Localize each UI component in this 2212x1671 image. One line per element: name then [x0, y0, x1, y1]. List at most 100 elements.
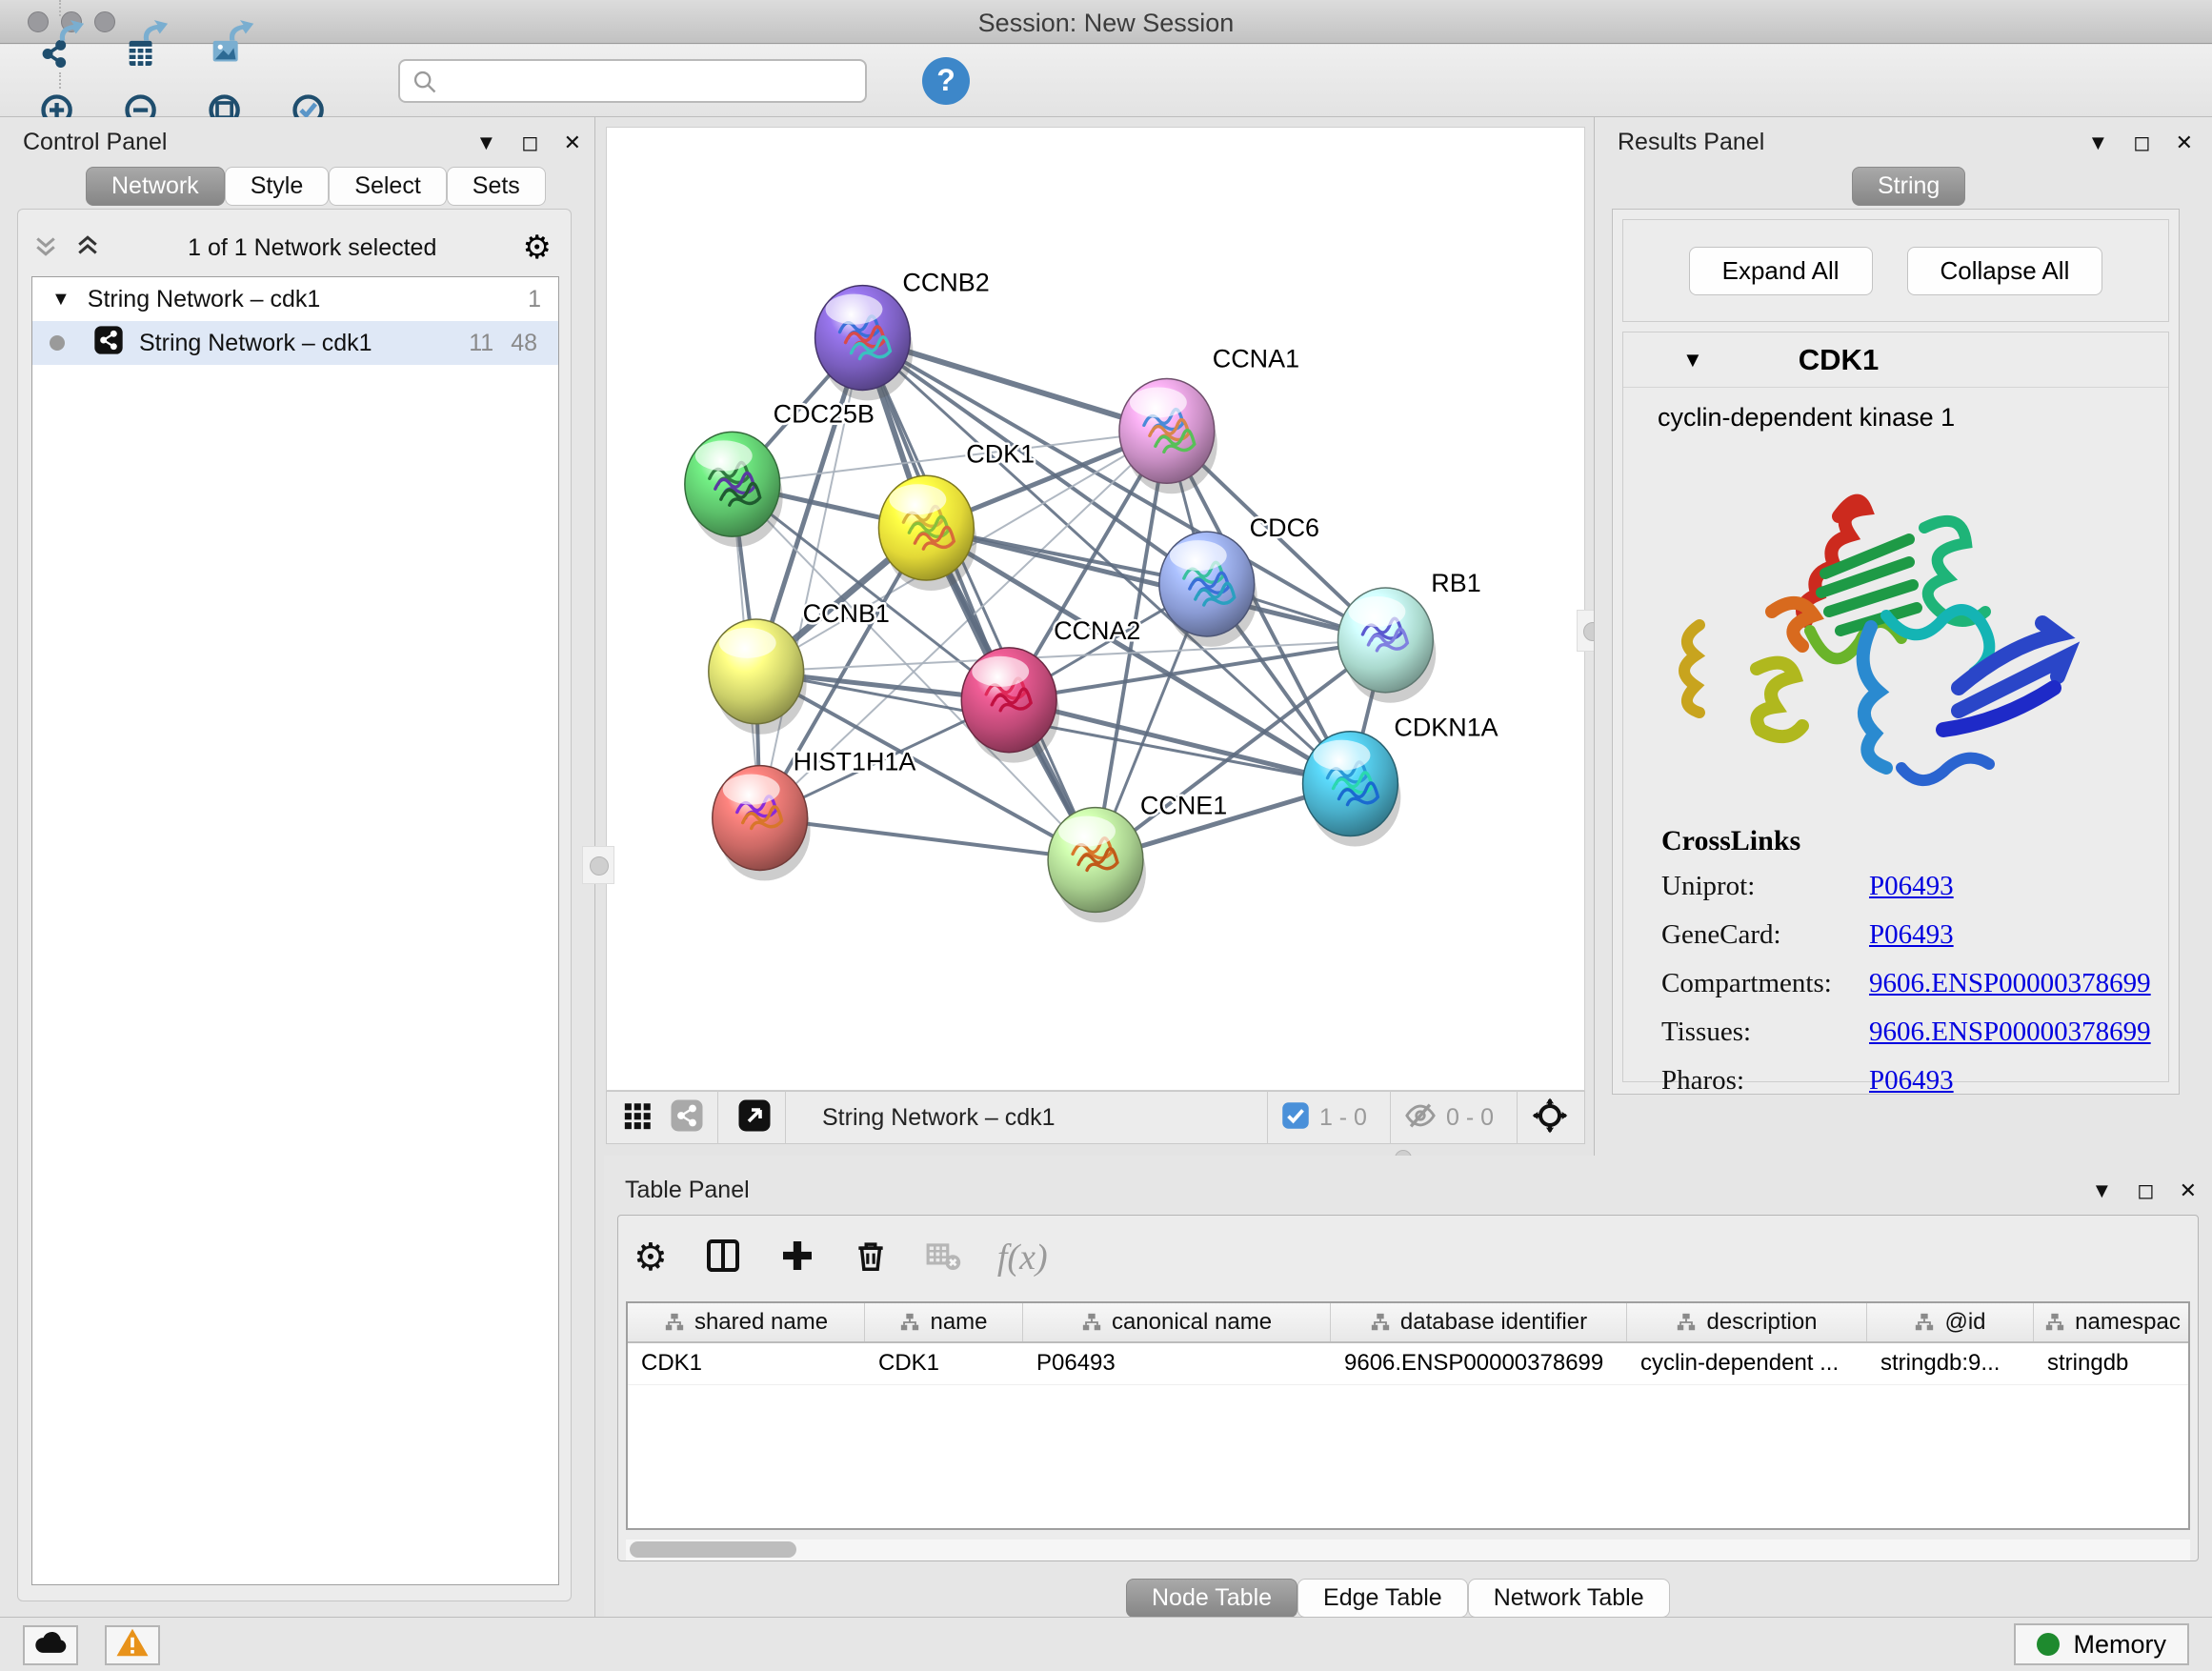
crosslink-row: Compartments:9606.ENSP00000378699: [1661, 968, 2168, 999]
node-label-RB1: RB1: [1431, 569, 1480, 597]
selected-checkbox-icon[interactable]: [1281, 1101, 1310, 1135]
network-node-count: 11: [469, 330, 493, 357]
hidden-counts: 0 - 0: [1446, 1104, 1494, 1132]
export-image-button[interactable]: [202, 17, 257, 72]
edge-CCNB2-CCNE1[interactable]: [862, 338, 1096, 860]
collection-caret-icon[interactable]: ▼: [51, 289, 70, 311]
app-window: Session: New Session ? Control Panel ▼ ◻…: [0, 0, 2212, 1671]
column-header-namespac[interactable]: namespac: [2034, 1303, 2190, 1341]
column-header-name[interactable]: name: [865, 1303, 1023, 1341]
navigator-crosshair-icon[interactable]: [1531, 1097, 1569, 1139]
toolbar-separator: [59, 0, 61, 16]
table-cell[interactable]: stringdb: [2034, 1343, 2190, 1384]
crosslink-link[interactable]: 9606.ENSP00000378699: [1869, 1017, 2151, 1048]
export-network-button[interactable]: [34, 17, 90, 72]
crosslink-link[interactable]: P06493: [1869, 919, 1954, 951]
results-panel-close-icon[interactable]: ✕: [2176, 131, 2193, 155]
node-CDKN1A[interactable]: CDKN1A: [1303, 714, 1498, 847]
tab-edge-table[interactable]: Edge Table: [1297, 1579, 1468, 1618]
node-CCNB2[interactable]: CCNB2: [815, 269, 990, 401]
table-panel-close-icon[interactable]: ✕: [2180, 1178, 2197, 1203]
node-label-CCNB2: CCNB2: [902, 269, 989, 297]
add-column-icon[interactable]: [778, 1237, 816, 1279]
edge-CDK1-RB1[interactable]: [926, 528, 1385, 640]
crosslink-link[interactable]: 9606.ENSP00000378699: [1869, 968, 2151, 999]
graphics-details-icon[interactable]: [622, 1099, 654, 1137]
network-canvas[interactable]: CCNB2CCNA1CDC25BCDK1CDC6RB1CCNB1CCNA2CDK…: [606, 127, 1585, 1091]
export-table-button[interactable]: [118, 17, 173, 72]
control-panel-close-icon[interactable]: ✕: [564, 131, 581, 155]
memory-button[interactable]: Memory: [2014, 1623, 2189, 1665]
crosslink-link[interactable]: P06493: [1869, 1065, 1954, 1097]
tab-string[interactable]: String: [1852, 167, 1965, 206]
control-panel-collapse-icon[interactable]: ▼: [476, 131, 497, 155]
collapse-all-button[interactable]: Collapse All: [1907, 247, 2103, 295]
node-CCNA1[interactable]: CCNA1: [1119, 345, 1299, 494]
control-panel-float-icon[interactable]: ◻: [521, 131, 538, 155]
warning-button[interactable]: [105, 1625, 160, 1665]
tab-network-table[interactable]: Network Table: [1468, 1579, 1670, 1618]
table-cell[interactable]: cyclin-dependent ...: [1627, 1343, 1867, 1384]
table-cell[interactable]: CDK1: [628, 1343, 865, 1384]
node-label-CCNA2: CCNA2: [1054, 616, 1140, 645]
table-cell[interactable]: CDK1: [865, 1343, 1023, 1384]
table-panel-collapse-icon[interactable]: ▼: [2092, 1178, 2113, 1203]
network-view-dot-icon: [50, 335, 65, 351]
memory-label: Memory: [2073, 1630, 2166, 1660]
node-label-CDC6: CDC6: [1250, 513, 1319, 542]
export-table-icon: [121, 18, 171, 70]
node-RB1[interactable]: RB1: [1337, 569, 1480, 703]
column-header-label: database identifier: [1400, 1309, 1587, 1336]
node-HIST1H1A[interactable]: HIST1H1A: [713, 748, 916, 881]
expand-all-networks-icon[interactable]: [73, 232, 102, 265]
detach-view-icon[interactable]: [737, 1098, 772, 1137]
control-panel: Control Panel ▼ ◻ ✕ NetworkStyleSelectSe…: [0, 117, 595, 1617]
expand-all-button[interactable]: Expand All: [1689, 247, 1873, 295]
tab-sets[interactable]: Sets: [447, 167, 546, 206]
crosslink-link[interactable]: P06493: [1869, 871, 1954, 902]
column-header-label: canonical name: [1112, 1309, 1272, 1336]
node-CDC25B[interactable]: CDC25B: [685, 399, 875, 547]
crosslink-label: GeneCard:: [1661, 919, 1869, 951]
tab-network[interactable]: Network: [86, 167, 225, 206]
search-input[interactable]: [398, 59, 867, 103]
table-panel-float-icon[interactable]: ◻: [2137, 1178, 2154, 1203]
collection-label: String Network – cdk1: [88, 286, 321, 313]
table-cell[interactable]: stringdb:9...: [1867, 1343, 2034, 1384]
network-collection-row[interactable]: ▼ String Network – cdk1 1: [32, 277, 558, 321]
results-panel-collapse-icon[interactable]: ▼: [2088, 131, 2109, 155]
node-table: shared namename canonical name database id…: [626, 1301, 2190, 1530]
table-cell[interactable]: 9606.ENSP00000378699: [1331, 1343, 1627, 1384]
delete-column-icon[interactable]: [853, 1238, 889, 1278]
crosslink-row: Uniprot:P06493: [1661, 871, 2168, 902]
edge-HIST1H1A-CCNE1[interactable]: [760, 818, 1096, 860]
table-tabs: Node TableEdge TableNetwork Table: [1126, 1579, 1670, 1618]
column-header-database-identifier[interactable]: database identifier: [1331, 1303, 1627, 1341]
network-row[interactable]: String Network – cdk1 11 48: [32, 321, 558, 365]
tab-style[interactable]: Style: [225, 167, 330, 206]
crosslink-label: Uniprot:: [1661, 871, 1869, 902]
crosslinks-heading: CrossLinks: [1661, 825, 2168, 857]
column-header-shared-name[interactable]: shared name: [628, 1303, 865, 1341]
node-CDC6[interactable]: CDC6: [1159, 513, 1319, 647]
tab-node-table[interactable]: Node Table: [1126, 1579, 1297, 1618]
column-header--id[interactable]: @id: [1867, 1303, 2034, 1341]
protein-section-caret-icon[interactable]: ▼: [1682, 348, 1703, 372]
left-splitter-handle[interactable]: [582, 846, 614, 884]
column-header-canonical-name[interactable]: canonical name: [1023, 1303, 1331, 1341]
collapse-all-networks-icon[interactable]: [31, 232, 60, 265]
show-columns-icon[interactable]: [704, 1237, 742, 1279]
table-panel-title: Table Panel: [625, 1177, 750, 1204]
column-header-description[interactable]: description: [1627, 1303, 1867, 1341]
help-button[interactable]: ?: [922, 57, 970, 105]
node-label-CDC25B: CDC25B: [774, 399, 875, 428]
status-bar: Memory: [0, 1617, 2212, 1671]
cloud-status-button[interactable]: [23, 1625, 78, 1665]
tab-select[interactable]: Select: [329, 167, 446, 206]
table-cell[interactable]: P06493: [1023, 1343, 1331, 1384]
string-style-toggle-icon[interactable]: [670, 1098, 704, 1137]
results-panel-float-icon[interactable]: ◻: [2133, 131, 2150, 155]
network-options-gear-icon[interactable]: ⚙: [523, 229, 552, 267]
table-horizontal-scrollbar[interactable]: [626, 1540, 2190, 1560]
table-options-gear-icon[interactable]: ⚙: [633, 1236, 668, 1279]
